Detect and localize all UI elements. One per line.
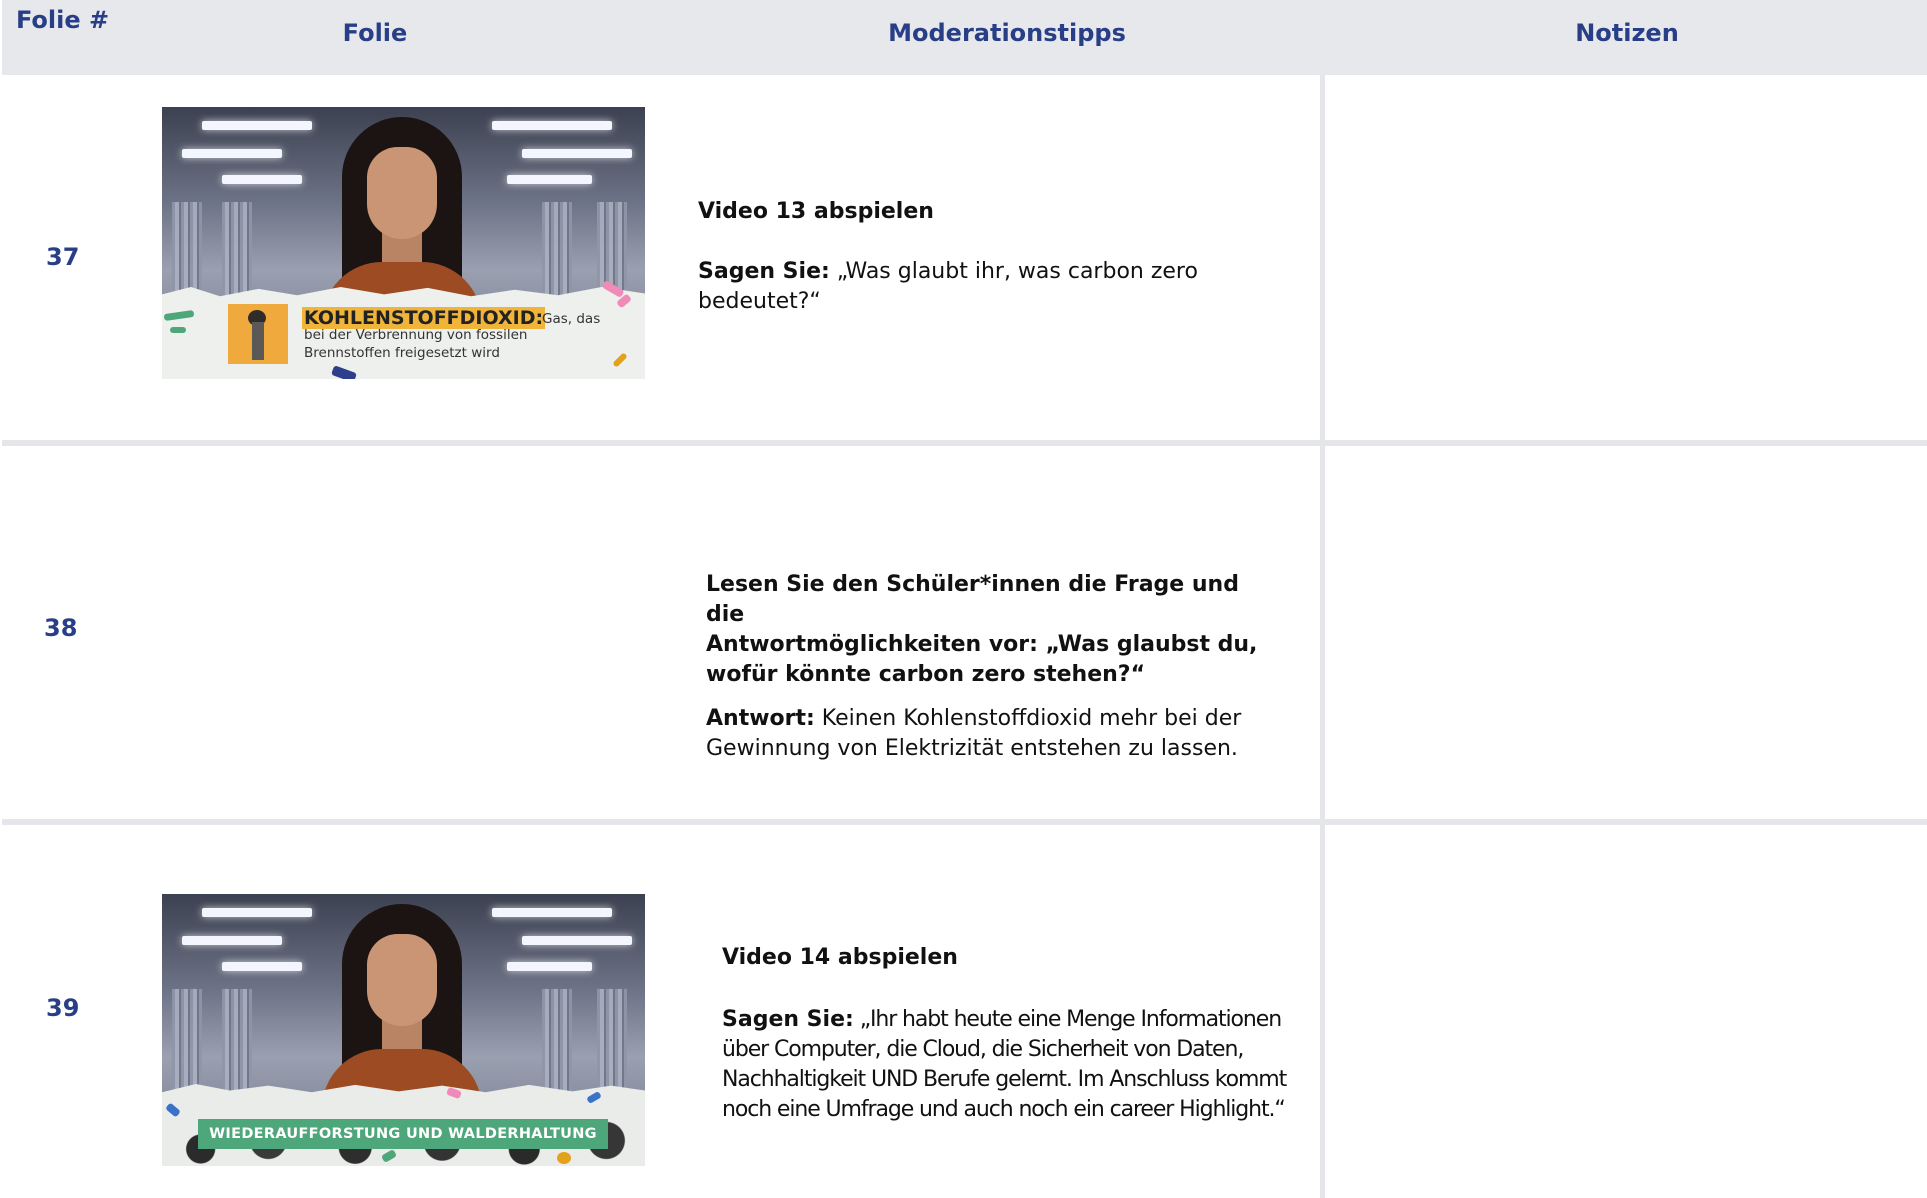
say-text: noch eine Umfrage und auch noch ein care… (722, 1097, 1286, 1122)
moderation-table: Folie # Folie Moderationstipps Notizen 3… (0, 0, 1927, 1198)
say-text: Nachhaltigkeit UND Berufe gelernt. Im An… (722, 1067, 1287, 1092)
slide-number: 39 (46, 994, 80, 1022)
answer-text: Gewinnung von Elektrizität entstehen zu … (706, 736, 1238, 761)
say-label: Sagen Sie: (698, 259, 830, 284)
question-text: Lesen Sie den Schüler*innen die Frage un… (706, 572, 1239, 627)
ceiling-light (182, 149, 282, 158)
moderation-tips: Lesen Sie den Schüler*innen die Frage un… (706, 570, 1266, 764)
header-moderation-tips: Moderationstipps (888, 19, 1126, 47)
notes-column-divider (1320, 75, 1325, 1198)
confetti-decoration (170, 327, 186, 333)
ceiling-light (522, 936, 632, 945)
ceiling-light (522, 149, 632, 158)
action-text: Video 13 abspielen (698, 199, 934, 224)
slide-number: 38 (44, 614, 78, 642)
factory-chimney-icon (228, 304, 288, 364)
say-text: über Computer, die Cloud, die Sicherheit… (722, 1037, 1244, 1062)
header-notes: Notizen (1575, 19, 1679, 47)
say-text: „Ihr habt heute eine Menge Informationen (853, 1007, 1282, 1032)
row-divider (2, 440, 1927, 446)
answer-label: Antwort: (706, 706, 815, 731)
ceiling-light (492, 121, 612, 130)
say-text: „Was glaubt ihr, was carbon zero (829, 259, 1198, 284)
ceiling-light (507, 175, 592, 184)
say-label: Sagen Sie: (722, 1007, 854, 1032)
header-slide-number: Folie # (16, 6, 110, 34)
action-text: Video 14 abspielen (722, 945, 958, 970)
slide-thumbnail-video[interactable]: WIEDERAUFFORSTUNG UND WALDERHALTUNG (162, 894, 645, 1166)
caption-text: Brennstoffen freigesetzt wird (304, 345, 500, 361)
caption-text: bei der Verbrennung von fossilen (304, 327, 528, 343)
moderation-tips: Video 13 abspielen Sagen Sie: „Was glaub… (698, 197, 1298, 317)
slide-thumbnail-video[interactable]: KOHLENSTOFFDIOXID: Gas, das bei der Verb… (162, 107, 645, 379)
ceiling-light (222, 175, 302, 184)
header-slide: Folie (342, 19, 408, 47)
ceiling-light (202, 121, 312, 130)
ceiling-light (222, 962, 302, 971)
answer-text: Keinen Kohlenstoffdioxid mehr bei der (814, 706, 1242, 731)
question-text: Antwortmöglichkeiten vor: „Was glaubst d… (706, 632, 1258, 657)
table-header: Folie # Folie Moderationstipps Notizen (2, 0, 1927, 75)
moderation-tips: Video 14 abspielen Sagen Sie: „Ihr habt … (722, 943, 1317, 1125)
say-text: bedeutet?“ (698, 289, 821, 314)
confetti-decoration (557, 1152, 571, 1164)
ceiling-light (507, 962, 592, 971)
ceiling-light (182, 936, 282, 945)
row-divider (2, 819, 1927, 825)
slide-number: 37 (46, 243, 80, 271)
video-title-banner: WIEDERAUFFORSTUNG UND WALDERHALTUNG (198, 1119, 608, 1149)
question-text: wofür könnte carbon zero stehen?“ (706, 662, 1146, 687)
ceiling-light (492, 908, 612, 917)
ceiling-light (202, 908, 312, 917)
caption-text: Gas, das (542, 311, 601, 327)
